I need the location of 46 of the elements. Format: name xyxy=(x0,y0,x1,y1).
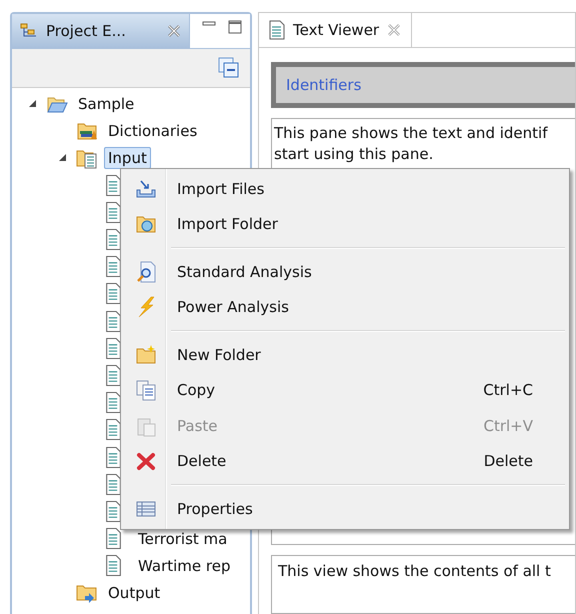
contents-text: This view shows the contents of all t xyxy=(278,562,551,580)
menu-item[interactable]: Power Analysis xyxy=(123,290,567,325)
menu-item[interactable]: New Folder xyxy=(123,337,567,372)
copy-icon xyxy=(135,379,157,402)
document-icon xyxy=(106,229,121,250)
document-icon xyxy=(106,392,121,414)
menu-item[interactable]: Delete Delete xyxy=(123,444,567,479)
menu-item[interactable]: Copy Ctrl+C xyxy=(123,372,567,408)
tree-item[interactable]: Sample xyxy=(74,92,138,115)
cross-icon xyxy=(135,450,157,472)
document-icon xyxy=(106,283,121,304)
tree-item[interactable]: Wartime rep xyxy=(134,554,234,577)
tree-item[interactable]: Output xyxy=(104,582,164,604)
tree-item[interactable]: Terrorist ma xyxy=(134,528,232,550)
close-icon[interactable] xyxy=(167,24,181,38)
maximize-icon[interactable] xyxy=(228,20,242,34)
tree-item[interactable]: Input xyxy=(104,146,151,169)
new-folder-icon xyxy=(135,344,157,366)
document-icon xyxy=(106,310,121,332)
document-icon xyxy=(106,174,121,196)
document-icon xyxy=(106,474,121,495)
section-header: Identifiers xyxy=(271,62,575,108)
collapse-all-icon[interactable] xyxy=(218,57,240,79)
document-icon xyxy=(106,419,121,440)
description-text: start using this pane. xyxy=(274,144,434,165)
menu-item[interactable]: Import Files xyxy=(123,171,567,206)
document-icon xyxy=(106,338,121,359)
description-text: This pane shows the text and identif xyxy=(274,123,548,144)
menu-item[interactable]: Import Folder xyxy=(123,206,567,242)
document-icon xyxy=(106,364,121,386)
tree-item[interactable]: Dictionaries xyxy=(104,120,202,142)
close-icon[interactable] xyxy=(387,23,402,37)
document-icon xyxy=(106,555,121,576)
document-icon xyxy=(269,20,285,40)
menu-item[interactable]: Properties xyxy=(123,491,567,526)
expanded-arrow-icon[interactable] xyxy=(28,99,37,108)
document-icon xyxy=(106,256,121,278)
document-icon xyxy=(106,446,121,468)
expanded-arrow-icon[interactable] xyxy=(58,153,67,162)
document-icon xyxy=(106,202,121,223)
magnifier-document-icon xyxy=(135,260,157,283)
menu-item[interactable]: Standard Analysis xyxy=(123,254,567,290)
document-icon xyxy=(106,500,121,522)
document-icon xyxy=(106,528,121,550)
project-explorer-tab[interactable]: Project E... xyxy=(12,14,190,48)
import-tray-icon xyxy=(135,178,157,200)
